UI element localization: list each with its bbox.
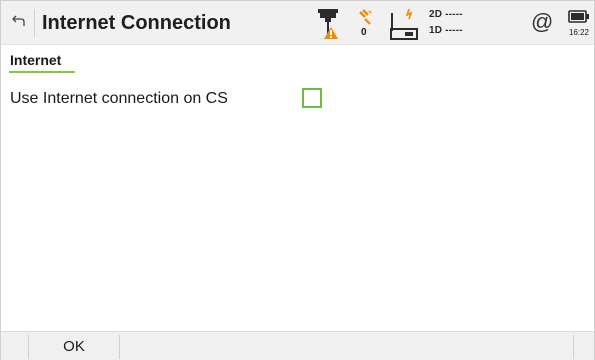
ok-button[interactable]: OK [29,332,119,360]
use-internet-checkbox[interactable] [302,88,322,108]
battery-status[interactable]: 16:22 [565,1,593,44]
rover-receiver-icon [315,9,343,45]
satellite-count: 0 [361,27,367,38]
title-bar: Internet Connection 0 2D ----- 1D ----- … [1,1,594,45]
position-quality[interactable]: 2D ----- 1D ----- [429,1,489,44]
softkey-bar: OK [1,331,594,360]
quality-1d: 1D ----- [429,25,463,36]
radio-status[interactable] [387,1,421,44]
softkey-divider [119,335,120,359]
receiver-status[interactable] [315,1,343,44]
active-tab-indicator [9,71,75,73]
back-button[interactable] [5,5,33,41]
app-frame [0,0,595,360]
quality-2d: 2D ----- [429,9,463,20]
page-title: Internet Connection [42,12,231,34]
header-divider [34,9,35,37]
softkey-divider [573,335,574,359]
tab-internet[interactable]: Internet [10,52,61,68]
use-internet-label: Use Internet connection on CS [10,90,228,107]
clock-time: 16:22 [568,28,590,37]
satellite-status[interactable]: 0 [353,1,379,44]
radio-base-icon [387,8,421,45]
back-arrow-icon [11,13,27,34]
at-sign-icon[interactable]: @ [531,9,553,35]
